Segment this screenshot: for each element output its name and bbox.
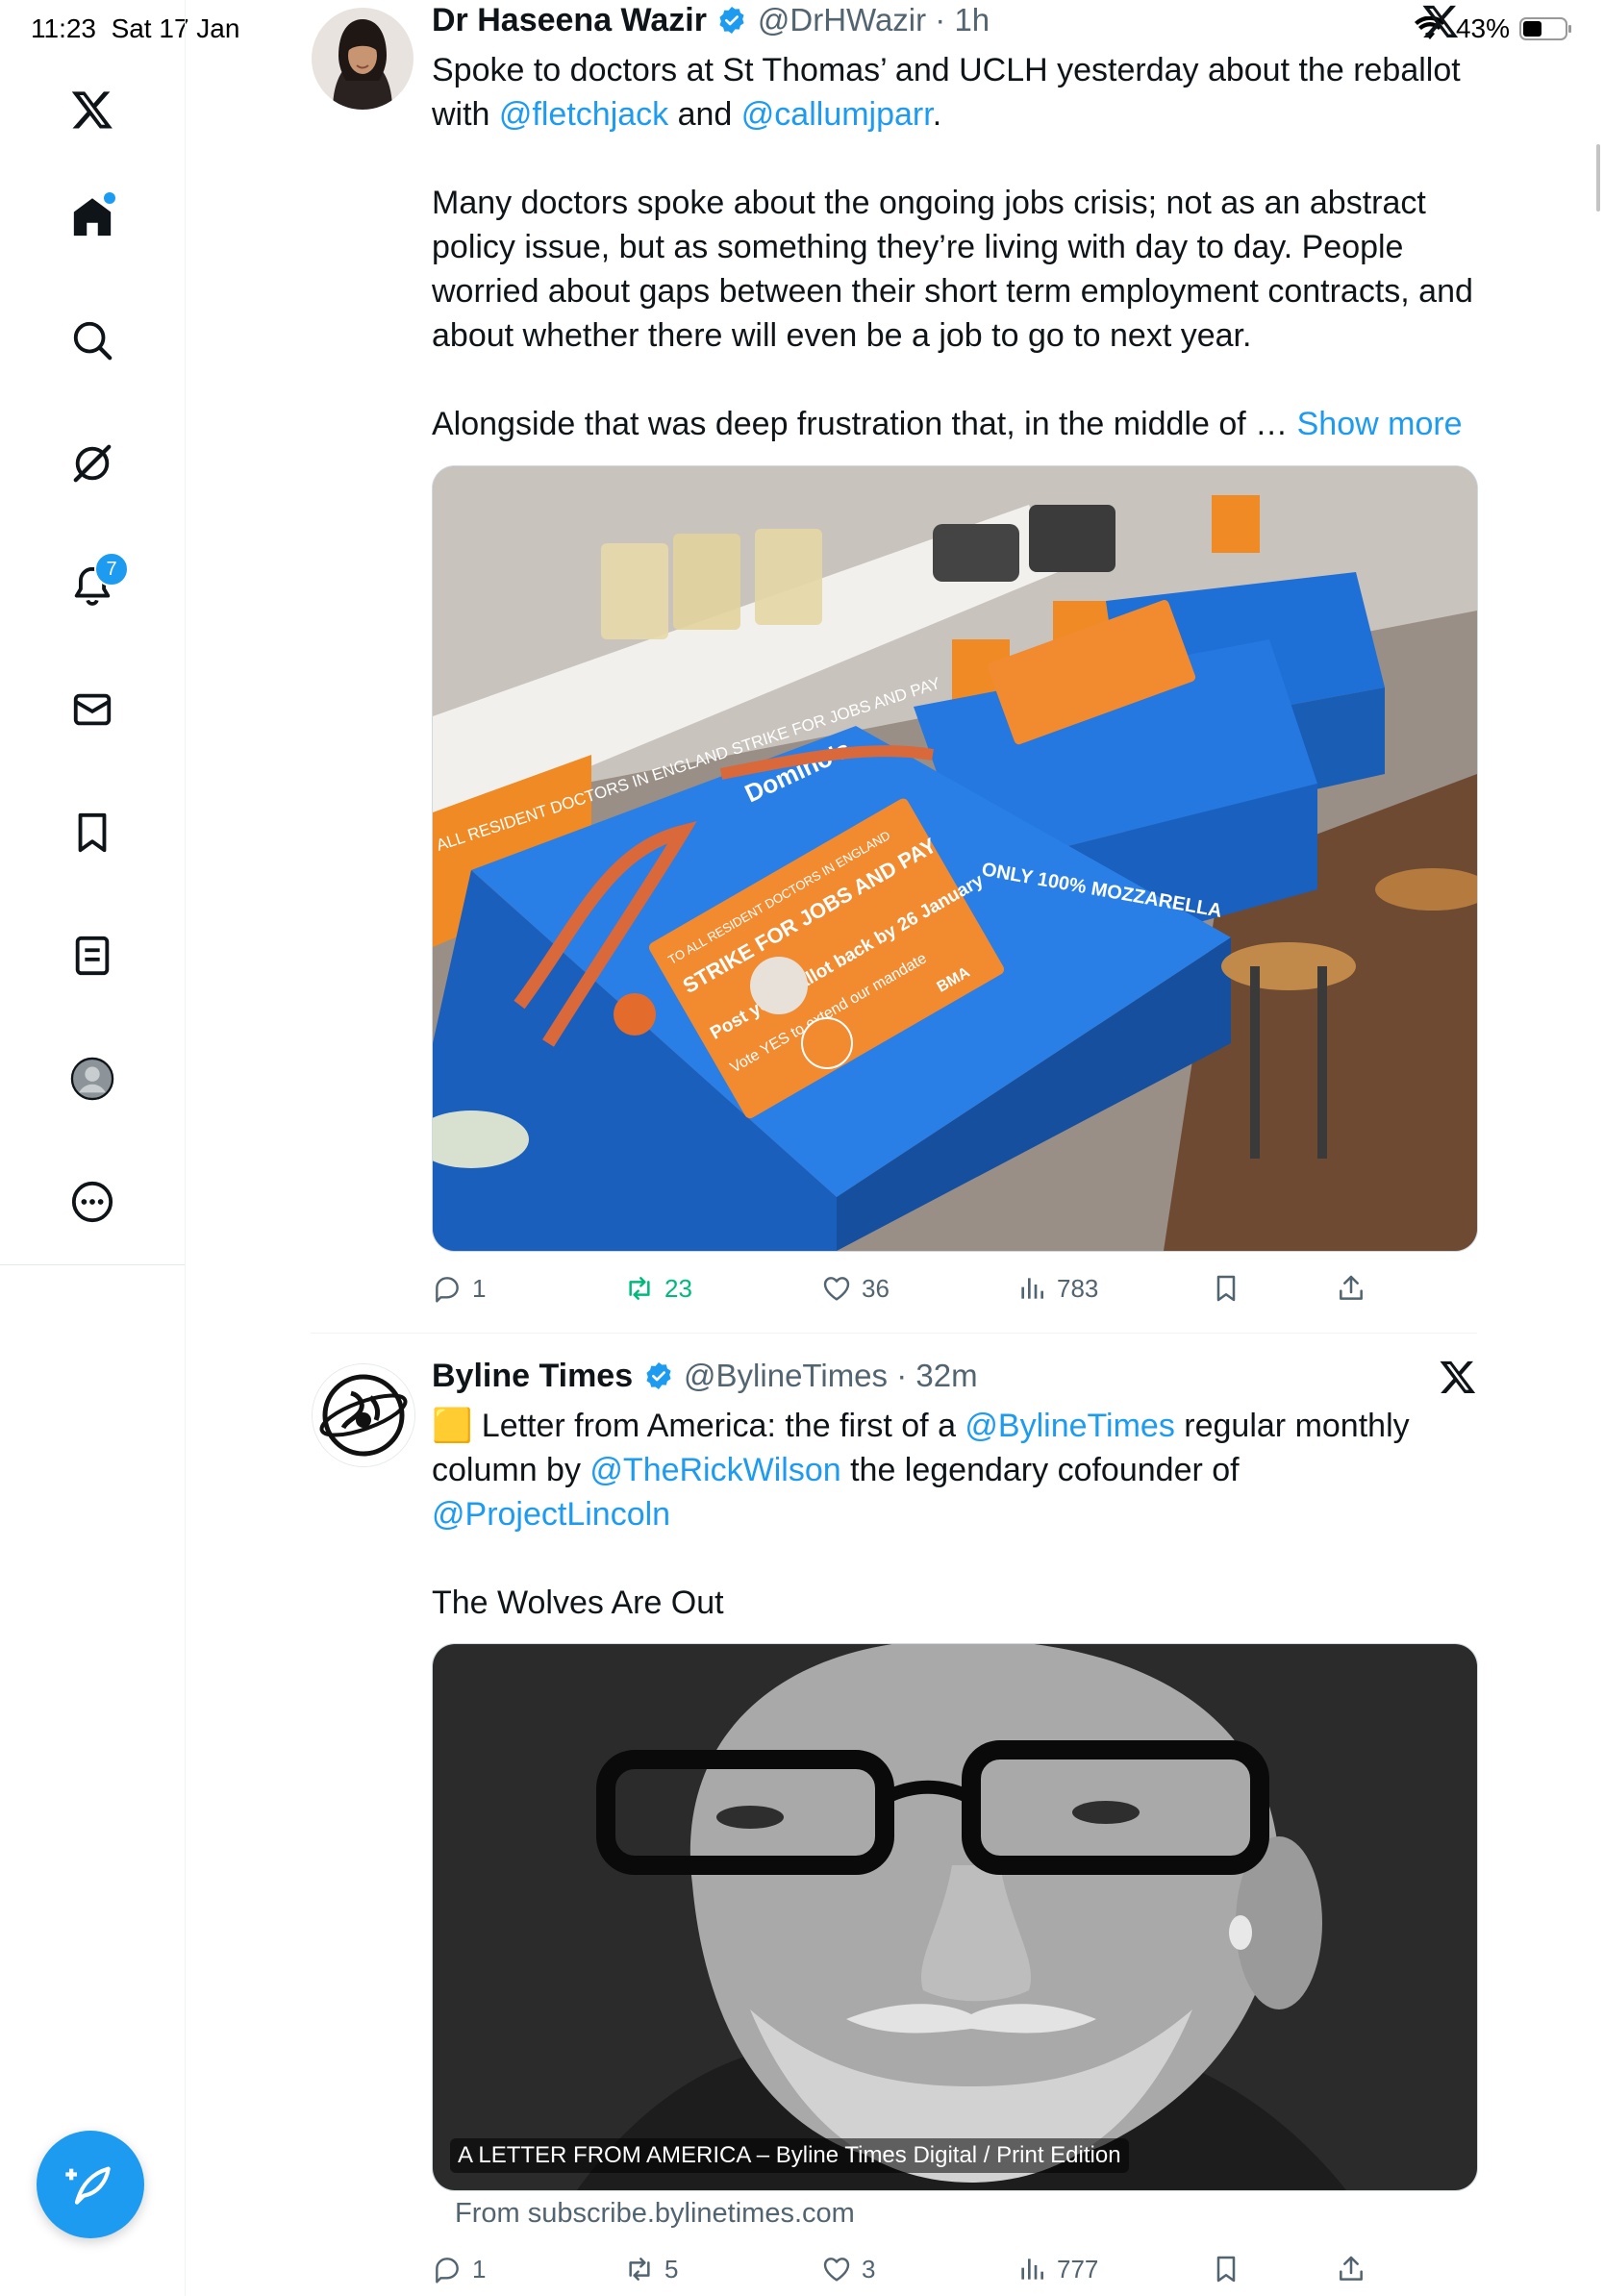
share-icon bbox=[1340, 2256, 1363, 2281]
reply-icon bbox=[436, 1277, 459, 1303]
dot-separator: · bbox=[926, 2, 955, 37]
reply-icon bbox=[436, 2258, 459, 2284]
link-card-image[interactable]: A LETTER FROM AMERICA – Byline Times Dig… bbox=[432, 1643, 1478, 2191]
share-icon bbox=[1340, 1275, 1363, 1300]
mention-link[interactable]: @ProjectLincoln bbox=[432, 1496, 670, 1533]
card-source[interactable]: From subscribe.bylinetimes.com bbox=[455, 2198, 855, 2230]
reply-count: 1 bbox=[472, 2254, 487, 2284]
home-icon[interactable] bbox=[63, 188, 121, 246]
tweet-image[interactable]: ALL RESIDENT DOCTORS IN ENGLAND STRIKE F… bbox=[432, 465, 1478, 1252]
share-button[interactable] bbox=[1336, 2254, 1366, 2284]
show-more-link[interactable]: Show more bbox=[1297, 406, 1463, 442]
views-count: 783 bbox=[1057, 1273, 1099, 1303]
close-icon[interactable] bbox=[1421, 2, 1460, 45]
tweet-text: Spoke to doctors at St Thomas’ and UCLH … bbox=[432, 48, 1490, 446]
like-count: 3 bbox=[862, 2254, 876, 2284]
mention-link[interactable]: @BylineTimes bbox=[965, 1408, 1174, 1444]
grok-icon[interactable] bbox=[63, 435, 121, 492]
compose-icon bbox=[65, 2166, 111, 2205]
tweet-line: column by @TheRickWilson the legendary c… bbox=[432, 1452, 1240, 1488]
tweet-line: Spoke to doctors at St Thomas’ and UCLH … bbox=[432, 52, 1461, 88]
verified-badge-icon bbox=[719, 7, 744, 34]
search-icon[interactable] bbox=[63, 312, 121, 369]
mention-link[interactable]: @TheRickWilson bbox=[589, 1452, 840, 1488]
repost-button[interactable]: 23 bbox=[624, 1273, 692, 1304]
x-logo-icon[interactable] bbox=[63, 81, 121, 138]
card-caption: A LETTER FROM AMERICA – Byline Times Dig… bbox=[450, 2138, 1129, 2173]
reply-button[interactable]: 1 bbox=[432, 2254, 486, 2284]
reply-count: 1 bbox=[472, 1273, 487, 1303]
bookmark-button[interactable] bbox=[1211, 2254, 1241, 2284]
mention-link[interactable]: @callumjparr bbox=[741, 96, 933, 133]
close-icon[interactable] bbox=[1439, 1358, 1477, 1401]
messages-icon[interactable] bbox=[63, 681, 121, 738]
tweet-line: 🟨 Letter from America: the first of a @B… bbox=[432, 1408, 1410, 1444]
battery-icon bbox=[1519, 17, 1571, 40]
author-handle[interactable]: @BylineTimes bbox=[684, 1358, 888, 1393]
tweet-line: @ProjectLincoln bbox=[432, 1492, 1490, 1536]
reply-button[interactable]: 1 bbox=[432, 1273, 486, 1304]
profile-icon[interactable] bbox=[63, 1050, 121, 1108]
views-button[interactable]: 783 bbox=[1016, 1273, 1098, 1304]
tweet-time[interactable]: 1h bbox=[954, 2, 990, 37]
bookmark-icon bbox=[1216, 2256, 1236, 2283]
tweet-time[interactable]: 32m bbox=[915, 1358, 977, 1393]
lists-icon[interactable] bbox=[63, 927, 121, 985]
bookmark-button[interactable] bbox=[1211, 1273, 1241, 1304]
tweet-paragraph: Many doctors spoke about the ongoing job… bbox=[432, 185, 1473, 354]
heart-icon bbox=[823, 2258, 850, 2282]
notifications-icon[interactable]: 7 bbox=[63, 552, 129, 615]
tweet-text: 🟨 Letter from America: the first of a @B… bbox=[432, 1404, 1490, 1625]
notifications-badge: 7 bbox=[94, 552, 129, 586]
repost-icon bbox=[629, 1277, 650, 1300]
tweet-actions: 1 23 36 783 bbox=[432, 1267, 1476, 1310]
author-handle[interactable]: @DrHWazir bbox=[758, 2, 926, 37]
views-icon bbox=[1021, 2259, 1043, 2280]
home-unread-dot bbox=[104, 192, 115, 204]
repost-icon bbox=[629, 2258, 650, 2281]
tweet-header: Dr Haseena Wazir @DrHWazir · 1h bbox=[432, 2, 990, 39]
more-icon[interactable] bbox=[63, 1173, 121, 1231]
dot-separator: · bbox=[888, 1358, 916, 1393]
scrollbar-thumb[interactable] bbox=[1596, 144, 1600, 212]
yellow-square-emoji: 🟨 bbox=[432, 1408, 473, 1444]
compose-button[interactable] bbox=[37, 2131, 144, 2238]
tweet-header: Byline Times @BylineTimes · 32m bbox=[432, 1358, 978, 1395]
tweet-paragraph: Alongside that was deep frustration that… bbox=[432, 406, 1463, 442]
mention-link[interactable]: @fletchjack bbox=[499, 96, 668, 133]
like-count: 36 bbox=[862, 1273, 890, 1303]
bookmark-icon bbox=[1216, 1275, 1236, 1302]
like-button[interactable]: 3 bbox=[821, 2254, 875, 2284]
author-avatar[interactable] bbox=[312, 8, 414, 110]
author-avatar[interactable] bbox=[312, 1363, 415, 1467]
battery-percent: 43% bbox=[1455, 13, 1510, 43]
heart-icon bbox=[823, 1277, 850, 1301]
author-name[interactable]: Dr Haseena Wazir bbox=[432, 2, 707, 38]
like-button[interactable]: 36 bbox=[821, 1273, 890, 1304]
repost-count: 5 bbox=[664, 2254, 679, 2284]
bookmarks-icon[interactable] bbox=[63, 804, 121, 861]
repost-count: 23 bbox=[664, 1273, 692, 1303]
sidebar-divider bbox=[0, 1264, 185, 1265]
tweet-actions: 1 5 3 777 bbox=[432, 2250, 1476, 2288]
author-name[interactable]: Byline Times bbox=[432, 1358, 633, 1394]
tweet-line: with @fletchjack and @callumjparr. bbox=[432, 96, 942, 133]
repost-button[interactable]: 5 bbox=[624, 2254, 678, 2284]
share-button[interactable] bbox=[1336, 1273, 1366, 1304]
tweet-divider bbox=[311, 1333, 1477, 1334]
verified-badge-icon bbox=[646, 1362, 671, 1389]
tweet-paragraph: The Wolves Are Out bbox=[432, 1585, 724, 1621]
views-count: 777 bbox=[1057, 2254, 1099, 2284]
views-icon bbox=[1021, 1278, 1043, 1299]
views-button[interactable]: 777 bbox=[1016, 2254, 1098, 2284]
